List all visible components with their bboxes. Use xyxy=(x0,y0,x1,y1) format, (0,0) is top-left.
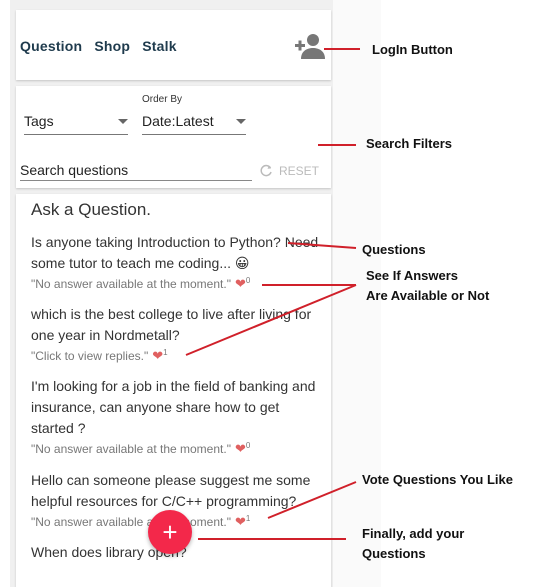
answer-status: "Click to view replies." ❤1 xyxy=(31,348,323,364)
answer-status-text: "No answer available at the moment." xyxy=(31,277,231,291)
answer-status: "No answer available at the moment." ❤0 xyxy=(31,276,323,292)
question-text[interactable]: which is the best college to live after … xyxy=(31,304,323,346)
list-item[interactable]: which is the best college to live after … xyxy=(31,304,323,364)
vote-count: 0 xyxy=(245,441,251,450)
question-text-body: Is anyone taking Introduction to Python?… xyxy=(31,234,319,271)
reset-label: RESET xyxy=(279,164,320,179)
annotation-vote: Vote Questions You Like xyxy=(362,472,513,487)
grinning-emoji-icon: 😀 xyxy=(234,255,250,271)
question-text[interactable]: I'm looking for a job in the field of ba… xyxy=(31,376,323,439)
tags-select-underline xyxy=(24,134,128,135)
order-by-value: Date:Latest xyxy=(142,113,214,129)
heart-icon[interactable]: ❤ xyxy=(235,441,246,456)
order-by-underline xyxy=(142,134,246,135)
brand-word-stalk: Stalk xyxy=(142,38,177,54)
chevron-down-icon xyxy=(118,119,128,124)
heart-icon[interactable]: ❤ xyxy=(235,276,246,291)
reset-button[interactable]: RESET xyxy=(260,164,319,180)
tags-select-value: Tags xyxy=(24,113,54,129)
list-item[interactable]: Is anyone taking Introduction to Python?… xyxy=(31,232,323,292)
login-button[interactable] xyxy=(294,32,326,60)
tags-select[interactable]: Tags xyxy=(24,113,128,135)
app-screen: Question Shop Stalk Tags Order By Date:L… xyxy=(10,0,333,587)
app-brand[interactable]: Question Shop Stalk xyxy=(20,38,185,54)
brand-word-question: Question xyxy=(20,38,83,54)
annotation-login: LogIn Button xyxy=(372,42,453,57)
annotation-answers-line2: Are Available or Not xyxy=(366,288,490,303)
vote-count: 1 xyxy=(163,348,168,357)
question-text[interactable]: Is anyone taking Introduction to Python?… xyxy=(31,232,323,274)
refresh-icon xyxy=(260,164,273,180)
order-by-label: Order By xyxy=(142,94,183,105)
heart-icon[interactable]: ❤ xyxy=(235,514,246,529)
annotation-add-line1: Finally, add your xyxy=(362,526,465,541)
plus-icon: + xyxy=(162,517,178,547)
add-question-button[interactable]: + xyxy=(148,510,192,554)
person-add-icon xyxy=(295,34,325,59)
answer-status-text: "No answer available at the moment." xyxy=(31,515,231,529)
question-text[interactable]: Hello can someone please suggest me some… xyxy=(31,470,323,512)
annotation-add-line2: Questions xyxy=(362,546,426,561)
chevron-down-icon xyxy=(236,119,246,124)
answer-status-text: "No answer available at the moment." xyxy=(31,442,231,456)
heart-icon[interactable]: ❤ xyxy=(152,348,163,363)
ask-question-title: Ask a Question. xyxy=(31,200,152,219)
answer-status-text[interactable]: "Click to view replies." xyxy=(31,349,148,363)
search-input[interactable] xyxy=(20,160,252,181)
brand-word-shop: Shop xyxy=(94,38,131,54)
vote-count: 0 xyxy=(245,276,251,285)
vote-count: 1 xyxy=(245,514,251,523)
annotation-filters: Search Filters xyxy=(366,136,452,151)
list-item[interactable]: I'm looking for a job in the field of ba… xyxy=(31,376,323,457)
answer-status: "No answer available at the moment." ❤0 xyxy=(31,441,323,457)
app-bar: Question Shop Stalk xyxy=(16,10,331,80)
annotation-questions: Questions xyxy=(362,242,426,257)
search-filters: Tags Order By Date:Latest RESET xyxy=(16,86,331,188)
annotation-answers-line1: See If Answers xyxy=(366,268,459,283)
order-by-select[interactable]: Date:Latest xyxy=(142,113,246,135)
